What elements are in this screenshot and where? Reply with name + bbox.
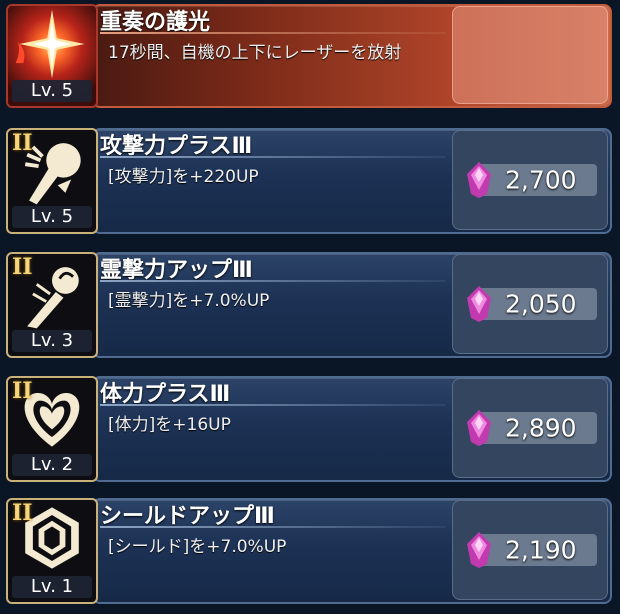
cost-value: 2,190: [505, 535, 577, 565]
cost-value: 2,050: [505, 289, 577, 319]
skill-row[interactable]: II Lv. 3 霊撃力アップⅢ [霊撃力]を+7.0%UP 2,050: [4, 248, 616, 362]
skill-icon-frame: II Lv. 5: [6, 128, 98, 234]
tier-label: II: [12, 130, 33, 156]
upgrade-cost-button[interactable]: 2,890: [452, 378, 608, 478]
gem-icon: [467, 162, 491, 198]
skill-level: Lv. 3: [12, 330, 92, 352]
cost-value: 2,700: [505, 165, 577, 195]
gem-icon: [467, 532, 491, 568]
cost-value: 2,890: [505, 413, 577, 443]
tier-label: II: [12, 378, 33, 404]
skill-description: 17秒間、自機の上下にレーザーを放射: [108, 43, 402, 63]
skill-description: [シールド]を+7.0%UP: [108, 537, 287, 557]
upgrade-cost-button[interactable]: 2,700: [452, 130, 608, 230]
skill-level: Lv. 5: [12, 80, 92, 102]
title-divider: [100, 526, 446, 528]
skill-row[interactable]: II Lv. 2 体力プラスⅢ [体力]を+16UP 2,890: [4, 372, 616, 486]
skill-icon-frame: II Lv. 3: [6, 252, 98, 358]
title-divider: [100, 280, 446, 282]
skill-description: [攻撃力]を+220UP: [108, 167, 259, 187]
cost-box-empty: [452, 6, 608, 104]
skill-icon-frame: Lv. 5: [6, 4, 98, 108]
title-divider: [100, 404, 446, 406]
skill-description: [霊撃力]を+7.0%UP: [108, 291, 270, 311]
skill-row[interactable]: II Lv. 1 シールドアップⅢ [シールド]を+7.0%UP 2,190: [4, 494, 616, 608]
gem-icon: [467, 286, 491, 322]
starburst-icon: [15, 9, 85, 79]
tier-label: II: [12, 254, 33, 280]
skill-description: [体力]を+16UP: [108, 415, 231, 435]
upgrade-cost-button[interactable]: 2,190: [452, 500, 608, 600]
upgrade-cost-button[interactable]: 2,050: [452, 254, 608, 354]
title-divider: [100, 156, 446, 158]
gem-icon: [467, 410, 491, 446]
skill-level: Lv. 1: [12, 576, 92, 598]
skill-icon-frame: II Lv. 2: [6, 376, 98, 482]
skill-row[interactable]: II Lv. 5 攻撃力プラスⅢ [攻撃力]を+220UP 2,700: [4, 124, 616, 238]
skill-level: Lv. 2: [12, 454, 92, 476]
skill-level: Lv. 5: [12, 206, 92, 228]
title-divider: [100, 32, 446, 34]
skill-row-active[interactable]: Lv. 5 重奏の護光 17秒間、自機の上下にレーザーを放射: [4, 0, 616, 112]
skill-icon-frame: II Lv. 1: [6, 498, 98, 604]
tier-label: II: [12, 500, 33, 526]
